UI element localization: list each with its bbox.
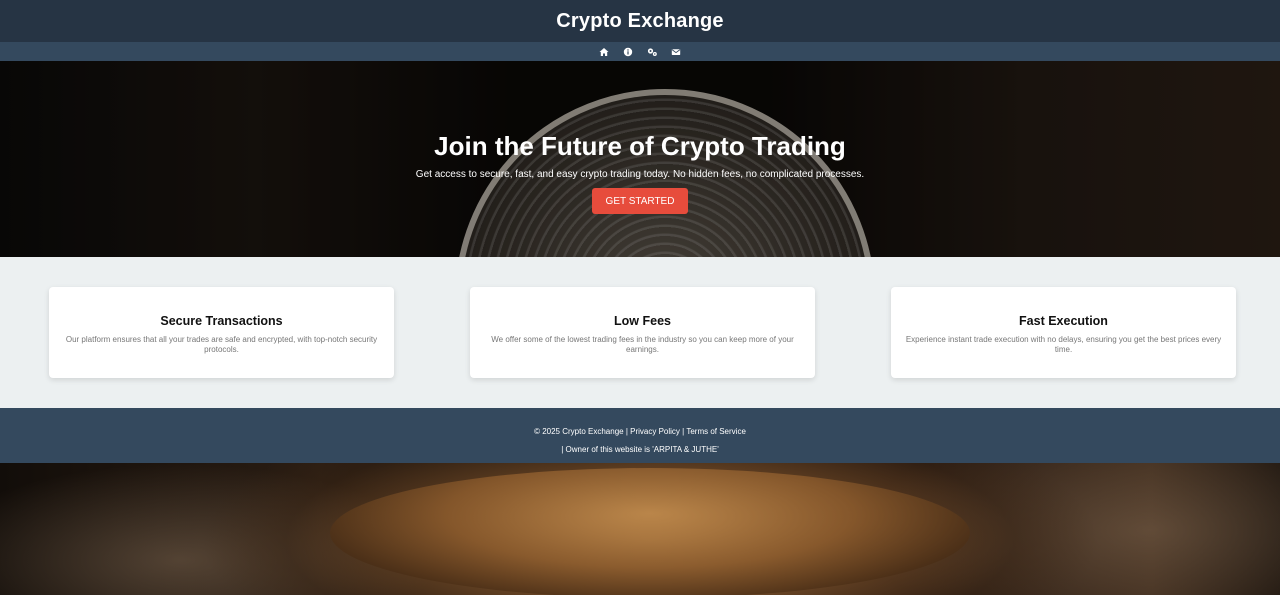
feature-card-secure: Secure Transactions Our platform ensures…	[49, 287, 394, 378]
features-section: Secure Transactions Our platform ensures…	[0, 257, 1280, 408]
feature-title: Low Fees	[614, 314, 671, 328]
hero-title: Join the Future of Crypto Trading	[434, 131, 846, 161]
feature-description: Experience instant trade execution with …	[905, 335, 1222, 354]
feature-title: Secure Transactions	[160, 314, 283, 328]
footer-links-line: © 2025 Crypto Exchange | Privacy Policy …	[0, 427, 1280, 436]
info-icon[interactable]	[622, 46, 634, 58]
owner-text: | Owner of this website is 'ARPITA & JUT…	[561, 445, 719, 454]
site-footer: © 2025 Crypto Exchange | Privacy Policy …	[0, 408, 1280, 463]
main-nav	[0, 42, 1280, 61]
background-coin-image	[330, 468, 970, 595]
footer-separator: |	[682, 427, 685, 436]
feature-title: Fast Execution	[1019, 314, 1108, 328]
site-header: Crypto Exchange	[0, 0, 1280, 42]
site-title: Crypto Exchange	[556, 9, 724, 32]
home-icon[interactable]	[598, 46, 610, 58]
get-started-button[interactable]: Get Started	[592, 188, 688, 214]
feature-description: We offer some of the lowest trading fees…	[491, 335, 794, 354]
terms-of-service-link[interactable]: Terms of Service	[686, 427, 746, 436]
feature-card-fees: Low Fees We offer some of the lowest tra…	[470, 287, 815, 378]
copyright-text: © 2025 Crypto Exchange |	[534, 427, 628, 436]
hero-section: Join the Future of Crypto Trading Get ac…	[0, 61, 1280, 257]
feature-description: Our platform ensures that all your trade…	[65, 335, 378, 354]
feature-card-execution: Fast Execution Experience instant trade …	[891, 287, 1236, 378]
hero-subtitle: Get access to secure, fast, and easy cry…	[415, 169, 865, 180]
services-icon[interactable]	[646, 46, 658, 58]
mail-icon[interactable]	[670, 46, 682, 58]
privacy-policy-link[interactable]: Privacy Policy	[630, 427, 680, 436]
